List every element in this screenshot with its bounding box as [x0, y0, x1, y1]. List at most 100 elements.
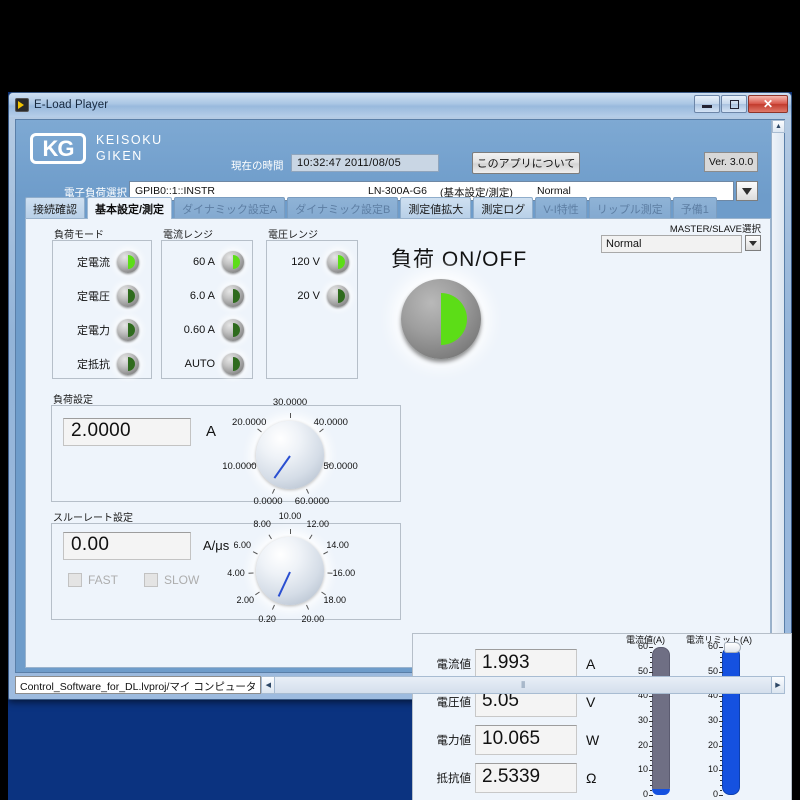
current_meter-dash-1 [649, 672, 653, 673]
tab-5[interactable]: 測定ログ [473, 197, 533, 219]
current_meter-minor-dash [650, 765, 652, 766]
current-range-label-3: AUTO [173, 358, 215, 370]
current-range-option-3[interactable]: AUTO [173, 353, 244, 375]
slew-rate-unit: A/μs [203, 538, 229, 553]
slew-slow-checkbox-row[interactable]: SLOW [144, 573, 199, 587]
current_meter-minor-dash [650, 756, 652, 757]
voltage-range-option-1[interactable]: 20 V [276, 285, 349, 307]
current_meter-minor-dash [650, 706, 652, 707]
voltage-range-option-0[interactable]: 120 V [276, 251, 349, 273]
scroll-track[interactable]: ⦀ [275, 676, 771, 694]
current_meter-track[interactable] [652, 647, 670, 795]
current-range-led-0[interactable] [222, 251, 244, 273]
slew-rate-input[interactable]: 0.00 [63, 532, 191, 560]
current_limit-track[interactable] [722, 647, 740, 795]
load-mode-option-3[interactable]: 定抵抗 [68, 353, 139, 375]
window-title-bar[interactable]: E-Load Player ✕ [9, 93, 791, 117]
tab-label-2: ダイナミック設定A [182, 201, 277, 217]
slew-slow-checkbox[interactable] [144, 573, 158, 587]
load-mode-led-1[interactable] [117, 285, 139, 307]
load-setting-knob[interactable] [256, 421, 324, 489]
measurement-unit-1: V [586, 694, 595, 710]
knob2ticks-mark-2 [249, 572, 254, 573]
current_limit-dash-3 [719, 721, 723, 722]
current_limit-minor-dash [720, 731, 722, 732]
app-header: KG KEISOKU GIKEN 現在の時間 10:32:47 2011/08/… [16, 120, 771, 197]
window-controls: ✕ [694, 95, 788, 113]
knob2ticks-label-10: 20.00 [302, 614, 325, 624]
scroll-right-icon[interactable]: ▶ [771, 676, 785, 694]
load-mode-option-2[interactable]: 定電力 [68, 319, 139, 341]
master-slave-dropdown-button[interactable] [745, 235, 761, 251]
main-panel: 負荷モード 定電流 定電圧 定電力 定抵抗 [25, 218, 771, 668]
scroll-up-icon[interactable]: ▲ [772, 120, 785, 133]
load-mode-label-0: 定電流 [68, 254, 110, 270]
voltage-range-title: 電圧レンジ [268, 226, 318, 241]
current_limit-minor-dash [720, 701, 722, 702]
current_meter-tick-6: 0 [632, 789, 648, 799]
current-range-option-0[interactable]: 60 A [173, 251, 244, 273]
close-icon: ✕ [763, 97, 773, 111]
load-mode-led-3[interactable] [117, 353, 139, 375]
knob1ticks-label-4: 40.0000 [314, 417, 348, 428]
slew-fast-checkbox[interactable] [68, 573, 82, 587]
slew-rate-knob[interactable] [256, 537, 324, 605]
slew-fast-checkbox-row[interactable]: FAST [68, 573, 118, 587]
tab-8: 予備1 [673, 197, 717, 219]
tab-0[interactable]: 接続確認 [25, 197, 85, 219]
current_meter-minor-dash [650, 785, 652, 786]
close-button[interactable]: ✕ [748, 95, 788, 113]
current_meter-tick-4: 20 [632, 740, 648, 750]
knob2ticks-label-4: 8.00 [253, 519, 271, 529]
horizontal-scrollbar[interactable]: ◀ ⦀ ▶ [261, 676, 785, 694]
current-range-led-1[interactable] [222, 285, 244, 307]
current-range-option-1[interactable]: 6.0 A [173, 285, 244, 307]
current_limit-dash-0 [719, 647, 723, 648]
load-mode-option-1[interactable]: 定電圧 [68, 285, 139, 307]
company-name-line1: KEISOKU [96, 132, 163, 148]
tab-7: リップル測定 [589, 197, 671, 219]
load-mode-led-0[interactable] [117, 251, 139, 273]
load-mode-title: 負荷モード [54, 226, 104, 241]
maximize-button[interactable] [721, 95, 747, 113]
load-mode-led-2[interactable] [117, 319, 139, 341]
load-setting-input[interactable]: 2.0000 [63, 418, 191, 446]
current_meter-minor-dash [650, 726, 652, 727]
current_limit-thumb[interactable] [724, 642, 741, 653]
current-range-led-2[interactable] [222, 319, 244, 341]
measurement-label-3: 抵抗値 [421, 770, 471, 786]
knob1ticks-label-3: 30.0000 [273, 397, 307, 408]
current_limit-dash-6 [719, 795, 723, 796]
current_meter-minor-dash [650, 736, 652, 737]
current_meter-tick-5: 10 [632, 764, 648, 774]
minimize-button[interactable] [694, 95, 720, 113]
knob2ticks-mark-5 [290, 529, 291, 534]
current_limit-minor-dash [720, 667, 722, 668]
vertical-scrollbar[interactable]: ▲ ▼ [771, 120, 784, 672]
load-onoff-title: 負荷 ON/OFF [391, 243, 527, 273]
about-app-button[interactable]: このアプリについて [472, 152, 580, 174]
knob2ticks-label-8: 16.00 [333, 568, 356, 578]
tab-1[interactable]: 基本設定/測定 [87, 197, 172, 219]
current-range-led-3[interactable] [222, 353, 244, 375]
scroll-left-icon[interactable]: ◀ [261, 676, 275, 694]
load-mode-label-1: 定電圧 [68, 288, 110, 304]
current-range-option-2[interactable]: 0.60 A [173, 319, 244, 341]
tab-4[interactable]: 測定値拡大 [400, 197, 471, 219]
slew-rate-title: スルーレート設定 [53, 509, 133, 524]
load-setting-group: 負荷設定 2.0000 A 0.000010.000020.000030.000… [51, 392, 401, 502]
measurement-label-2: 電力値 [421, 732, 471, 748]
master-slave-row: Normal [601, 235, 761, 253]
labview-icon [15, 98, 29, 112]
tab-6: V-I特性 [535, 197, 586, 219]
master-slave-value[interactable]: Normal [601, 235, 742, 253]
load-onoff-button[interactable] [401, 279, 481, 359]
current_meter-minor-dash [650, 741, 652, 742]
voltage-range-led-0[interactable] [327, 251, 349, 273]
current-time-value: 10:32:47 2011/08/05 [291, 154, 439, 172]
tab-label-3: ダイナミック設定B [295, 201, 390, 217]
current_limit-minor-dash [720, 652, 722, 653]
current-range-label-0: 60 A [173, 256, 215, 268]
voltage-range-led-1[interactable] [327, 285, 349, 307]
load-mode-option-0[interactable]: 定電流 [68, 251, 139, 273]
